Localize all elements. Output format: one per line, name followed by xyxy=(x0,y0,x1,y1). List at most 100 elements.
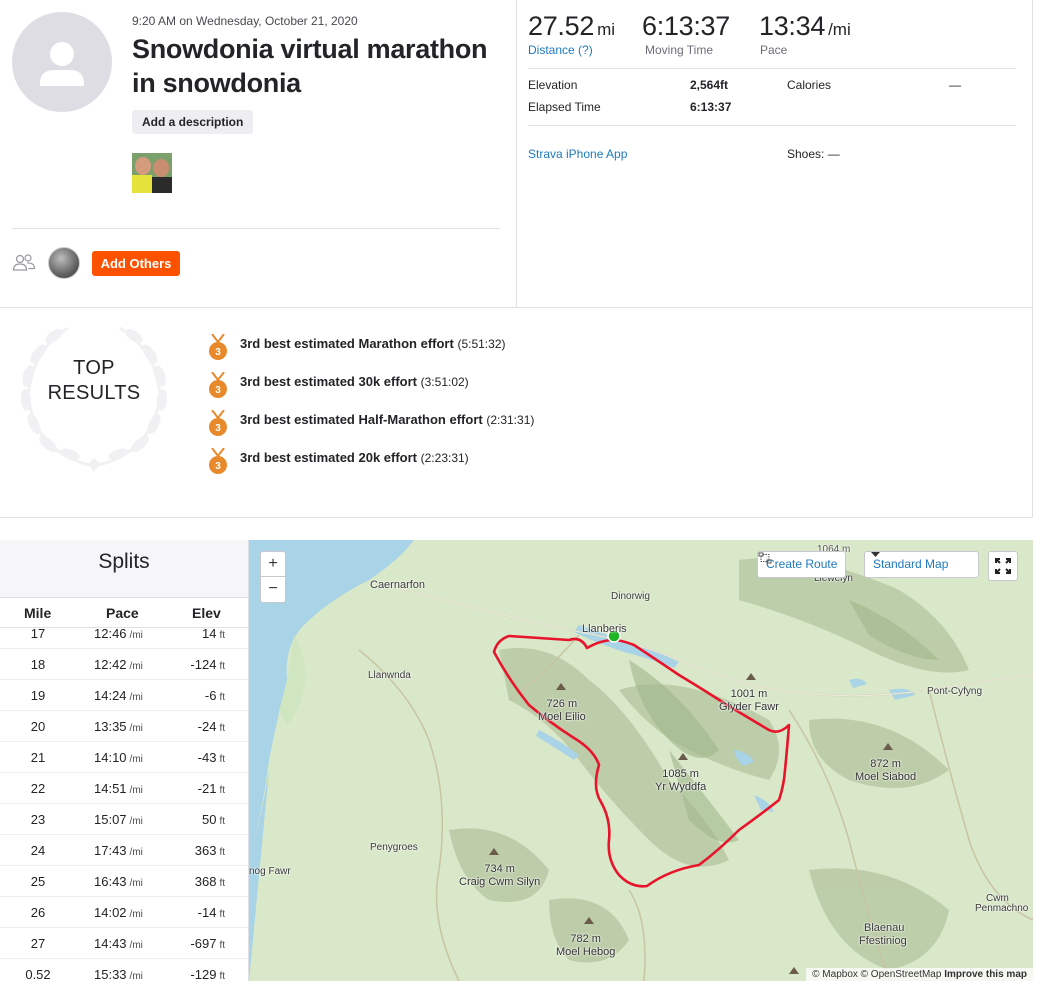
split-elev-unit: ft xyxy=(219,754,225,765)
map-style-select[interactable]: Standard Map xyxy=(864,551,979,578)
add-others-button[interactable]: Add Others xyxy=(92,251,180,276)
result-text: 3rd best estimated Marathon effort xyxy=(240,336,454,351)
divider xyxy=(528,125,1016,126)
split-elev-value: -43 xyxy=(197,750,217,765)
split-pace-unit: /mi xyxy=(129,692,143,703)
pace-label: Pace xyxy=(760,43,788,57)
split-pace-value: 14:24 xyxy=(94,688,127,703)
split-mile: 23 xyxy=(30,812,46,827)
peak-name: Moel Eilio xyxy=(538,711,586,723)
split-pace-value: 12:46 xyxy=(94,626,127,641)
split-pace-value: 14:02 xyxy=(94,905,127,920)
device-link[interactable]: Strava iPhone App xyxy=(528,147,627,161)
split-pace: 14:43/mi xyxy=(94,936,143,951)
top-results-panel: TOP RESULTS 3 3rd best estimated Maratho… xyxy=(0,308,1033,518)
athlete-avatar[interactable] xyxy=(12,12,112,112)
split-mile: 17 xyxy=(30,626,46,641)
elapsed-time-label: Elapsed Time xyxy=(528,100,601,114)
split-row[interactable]: 22 14:51/mi -21 ft xyxy=(0,773,248,804)
peak-height: 726 m xyxy=(546,698,578,710)
svg-text:3: 3 xyxy=(215,461,221,472)
split-row[interactable]: 20 13:35/mi -24 ft xyxy=(0,711,248,742)
split-elev: -124 ft xyxy=(190,657,225,672)
split-mile: 21 xyxy=(30,750,46,765)
split-pace-value: 15:33 xyxy=(94,967,127,981)
route-map[interactable]: Caernarfon Dinorwig Llanberis Llanwnda P… xyxy=(249,540,1033,981)
distance-value: 27.52 xyxy=(528,11,595,41)
split-row[interactable]: 25 16:43/mi 368 ft xyxy=(0,866,248,897)
split-elev: 363 ft xyxy=(195,843,225,858)
peak-height: 1001 m xyxy=(730,688,768,700)
pace-value: 13:34 xyxy=(759,11,826,41)
bronze-medal-icon: 3 xyxy=(209,334,227,360)
col-pace: Pace xyxy=(106,605,139,621)
distance-unit: mi xyxy=(597,20,616,39)
activity-title[interactable]: Snowdonia virtual marathon in snowdonia xyxy=(132,32,507,100)
split-elev-unit: ft xyxy=(219,847,225,858)
split-row[interactable]: 24 17:43/mi 363 ft xyxy=(0,835,248,866)
calories-value: — xyxy=(949,78,961,92)
activity-photo[interactable] xyxy=(132,153,172,193)
add-description-button[interactable]: Add a description xyxy=(132,110,254,134)
split-elev-value: -129 xyxy=(190,967,217,981)
improve-map-link[interactable]: Improve this map xyxy=(944,969,1027,980)
peak-name: Glyder Fawr xyxy=(719,701,779,713)
svg-text:3: 3 xyxy=(215,385,221,396)
result-time: (2:31:31) xyxy=(486,413,535,427)
chevron-down-icon xyxy=(871,552,880,557)
split-elev-value: -124 xyxy=(190,657,217,672)
split-pace-unit: /mi xyxy=(129,909,143,920)
top-results-title-line: RESULTS xyxy=(47,382,141,404)
elapsed-time-value: 6:13:37 xyxy=(690,100,732,114)
result-time: (5:51:32) xyxy=(457,337,506,351)
place-label: Penygroes xyxy=(370,842,418,853)
split-row[interactable]: 23 15:07/mi 50 ft xyxy=(0,804,248,835)
split-row[interactable]: 21 14:10/mi -43 ft xyxy=(0,742,248,773)
attribution-text[interactable]: © Mapbox © OpenStreetMap xyxy=(812,969,941,980)
create-route-button[interactable]: Create Route xyxy=(757,551,847,578)
peak-label: 726 m Moel Eilio xyxy=(538,698,586,724)
place-label: Caernarfon xyxy=(370,579,426,591)
zoom-in-button[interactable]: + xyxy=(261,552,285,577)
result-time: (3:51:02) xyxy=(420,375,469,389)
map-attribution[interactable]: © Mapbox © OpenStreetMap Improve this ma… xyxy=(806,968,1033,981)
fullscreen-button[interactable] xyxy=(988,551,1018,581)
moving-time-value: 6:13:37 xyxy=(642,11,730,41)
result-text: 3rd best estimated 30k effort xyxy=(240,374,418,389)
fullscreen-icon xyxy=(995,558,1011,574)
split-elev-unit: ft xyxy=(219,692,225,703)
split-row[interactable]: 19 14:24/mi -6 ft xyxy=(0,680,248,711)
split-pace-unit: /mi xyxy=(129,723,143,734)
top-results-title: TOP RESULTS xyxy=(24,356,164,406)
split-row[interactable]: 18 12:42/mi -124 ft xyxy=(0,649,248,680)
split-pace: 15:07/mi xyxy=(94,812,143,827)
split-elev-unit: ft xyxy=(219,816,225,827)
split-mile: 20 xyxy=(30,719,46,734)
splits-table-body[interactable]: 17 12:46/mi 14 ft 18 12:42/mi -124 ft 19 14:24/mi… xyxy=(0,618,248,981)
split-elev-value: -21 xyxy=(197,781,217,796)
activity-header: 9:20 AM on Wednesday, October 21, 2020 S… xyxy=(0,0,1033,308)
split-row[interactable]: 26 14:02/mi -14 ft xyxy=(0,897,248,928)
distance-label-link[interactable]: Distance (?) xyxy=(528,43,615,57)
zoom-out-button[interactable]: − xyxy=(261,577,285,602)
place-label: Dinorwig xyxy=(611,591,650,602)
result-text: 3rd best estimated Half-Marathon effort xyxy=(240,412,483,427)
split-elev-unit: ft xyxy=(219,661,225,672)
peak-name: Craig Cwm Silyn xyxy=(459,876,541,888)
split-pace: 16:43/mi xyxy=(94,874,143,889)
split-elev-value: 368 xyxy=(194,874,217,889)
split-pace: 14:02/mi xyxy=(94,905,143,920)
stat-pace: 13:34/mi Pace xyxy=(759,11,851,57)
split-row[interactable]: 27 14:43/mi -697 ft xyxy=(0,928,248,959)
shoes-value: Shoes: — xyxy=(787,147,840,161)
split-elev: 14 ft xyxy=(202,626,225,641)
split-pace: 14:51/mi xyxy=(94,781,143,796)
split-pace-unit: /mi xyxy=(129,816,143,827)
split-pace: 14:10/mi xyxy=(94,750,143,765)
athlete-avatar-small[interactable] xyxy=(48,247,80,279)
place-label: Llanberis xyxy=(582,623,627,635)
peak-height: 782 m xyxy=(570,933,601,945)
result-text: 3rd best estimated 20k effort xyxy=(240,450,418,465)
split-row[interactable]: 0.52 15:33/mi -129 ft xyxy=(0,959,248,981)
splits-column-headers: Mile Pace Elev xyxy=(0,598,248,628)
